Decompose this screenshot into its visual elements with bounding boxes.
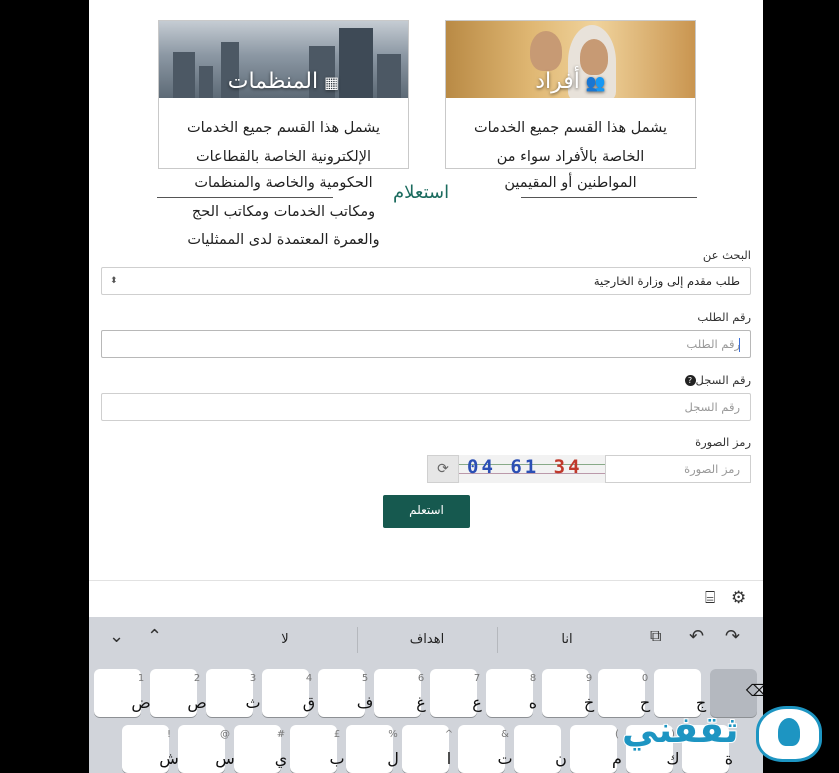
key[interactable]: @ س [178, 725, 235, 773]
ind-desc-line: يشمل هذا القسم جميع الخدمات [473, 120, 668, 136]
text-caret [738, 338, 740, 352]
key[interactable]: £ ب [290, 725, 345, 773]
suggestion-3[interactable]: لا [235, 617, 335, 663]
watermark-text: ثقفني [621, 709, 739, 752]
org-desc-line: الحكومية والخاصة والمنظمات [194, 175, 373, 191]
individuals-description-overflow: المواطنين أو المقيمين [445, 169, 696, 197]
organizations-description: يشمل هذا القسم جميع الخدمات الإلكترونية … [159, 98, 408, 171]
captcha-input[interactable]: رمز الصورة [605, 455, 751, 483]
backspace-icon: ⌫ [745, 681, 763, 700]
key[interactable]: 9خ [542, 669, 594, 717]
key[interactable]: 8ه [486, 669, 537, 717]
key[interactable]: % ل [346, 725, 399, 773]
page-screen: ▦المنظمات يشمل هذا القسم جميع الخدمات ال… [89, 0, 763, 773]
key[interactable]: 7ع [430, 669, 482, 717]
building-icon: ▦ [324, 73, 340, 92]
key[interactable]: & ت [458, 725, 513, 773]
search-for-label: البحث عن [702, 248, 751, 262]
individuals-description: يشمل هذا القسم جميع الخدمات الخاصة بالأف… [446, 98, 695, 171]
individuals-title: 👥أفراد [535, 69, 606, 94]
search-for-select[interactable]: طلب مقدم إلى وزارة الخارجية ⬍ [101, 267, 751, 295]
request-number-placeholder: رقم الطلب [686, 337, 740, 351]
submit-inquiry-button[interactable]: استعلم [383, 495, 470, 528]
help-icon[interactable]: ? [684, 375, 696, 386]
users-icon: 👥 [585, 73, 606, 92]
key[interactable]: 1ض [94, 669, 151, 717]
clipboard-icon[interactable]: ⧉ [650, 626, 661, 646]
lightbulb-icon [778, 718, 800, 746]
captcha-text: 04 61 34 [467, 456, 583, 478]
key[interactable]: ! ش [122, 725, 179, 773]
org-desc-line: والعمرة المعتمدة لدى الممثليات [187, 232, 380, 248]
captcha-image: 04 61 34 [459, 455, 605, 483]
key[interactable]: 3ث [206, 669, 261, 717]
key[interactable]: ن [514, 725, 567, 773]
individuals-banner: 👥أفراد [446, 21, 695, 98]
key[interactable]: # ي [234, 725, 287, 773]
settings-gear-icon[interactable]: ⚙ [731, 588, 746, 608]
chevron-up-icon[interactable]: ⌃ [147, 626, 162, 647]
key[interactable]: (م [570, 725, 622, 773]
feedback-icon[interactable]: ⌸ [705, 588, 715, 608]
suggestion-1[interactable]: انا [517, 617, 617, 663]
suggestion-2[interactable]: اهداف [377, 617, 477, 663]
record-number-placeholder: رقم السجل [684, 400, 740, 414]
undo-icon[interactable]: ↶ [689, 626, 704, 647]
ind-desc-line: المواطنين أو المقيمين [504, 175, 637, 191]
record-number-input[interactable]: رقم السجل [101, 393, 751, 421]
toolbar-divider [89, 580, 763, 581]
heading-rule-right [521, 197, 697, 198]
request-number-input[interactable]: رقم الطلب [101, 330, 751, 358]
captcha-placeholder: رمز الصورة [684, 462, 740, 476]
org-desc-line: الإلكترونية الخاصة بالقطاعات [195, 148, 372, 165]
key[interactable]: 4ق [262, 669, 315, 717]
individuals-card[interactable]: 👥أفراد يشمل هذا القسم جميع الخدمات الخاص… [445, 20, 696, 169]
org-desc-line: يشمل هذا القسم جميع الخدمات [186, 120, 381, 136]
chevron-down-icon[interactable]: ⌄ [109, 626, 124, 647]
record-number-label: رقم السجل? [682, 373, 751, 387]
captcha-label: رمز الصورة [695, 435, 751, 449]
heading-rule-left [157, 197, 333, 198]
organizations-description-overflow: الحكومية والخاصة والمنظمات ومكاتب الخدما… [158, 169, 409, 257]
org-desc-line: ومكاتب الخدمات ومكاتب الحج [191, 203, 376, 220]
organizations-banner: ▦المنظمات [159, 21, 408, 98]
search-for-value: طلب مقدم إلى وزارة الخارجية [593, 274, 740, 288]
ind-desc-line: الخاصة بالأفراد سواء من [496, 148, 645, 165]
redo-icon[interactable]: ↷ [725, 626, 740, 647]
select-arrows-icon: ⬍ [110, 276, 118, 286]
inquiry-heading: استعلام [393, 182, 450, 203]
request-number-label: رقم الطلب [697, 310, 751, 324]
watermark-logo: ثقفني [621, 700, 827, 770]
key[interactable]: 5ف [318, 669, 373, 717]
organizations-title: ▦المنظمات [227, 69, 340, 94]
key[interactable]: ^ ا [402, 725, 453, 773]
key[interactable]: 6غ [374, 669, 426, 717]
organizations-card[interactable]: ▦المنظمات يشمل هذا القسم جميع الخدمات ال… [158, 20, 409, 169]
refresh-captcha-icon[interactable]: ⟳ [427, 455, 459, 483]
key[interactable]: 2ص [150, 669, 207, 717]
